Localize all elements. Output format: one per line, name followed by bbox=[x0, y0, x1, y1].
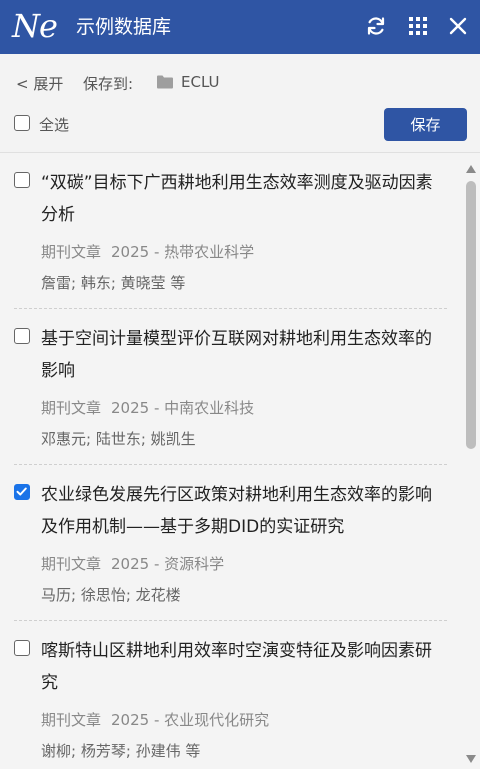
title-bar: Ne 示例数据库 bbox=[0, 0, 480, 54]
select-all-checkbox[interactable] bbox=[14, 115, 30, 131]
select-all-label[interactable]: 全选 bbox=[39, 114, 69, 135]
item-type: 期刊文章 bbox=[41, 243, 102, 261]
expand-link[interactable]: < 展开 bbox=[16, 73, 63, 94]
app-logo: Ne bbox=[12, 7, 58, 45]
item-authors: 马历; 徐思怡; 龙花楼 bbox=[41, 586, 181, 604]
item-meta: 期刊文章 2025 - 热带农业科学 bbox=[41, 241, 447, 263]
list-item[interactable]: 基于空间计量模型评价互联网对耕地利用生态效率的影响期刊文章 2025 - 中南农业… bbox=[14, 309, 447, 465]
grid-icon[interactable] bbox=[406, 14, 430, 38]
toolbar: < 展开 保存到: ECLU 全选 保存 bbox=[0, 54, 480, 153]
result-list: “双碳”目标下广西耕地利用生态效率测度及驱动因素分析期刊文章 2025 - 热带农… bbox=[0, 153, 462, 769]
folder-icon bbox=[156, 74, 174, 94]
item-year-source: 2025 - 热带农业科学 bbox=[111, 243, 255, 261]
save-to-label: 保存到: bbox=[83, 75, 134, 93]
item-title[interactable]: 基于空间计量模型评价互联网对耕地利用生态效率的影响 bbox=[41, 323, 447, 387]
item-meta: 期刊文章 2025 - 中南农业科技 bbox=[41, 397, 447, 419]
item-type: 期刊文章 bbox=[41, 555, 102, 573]
scroll-up-arrow-icon[interactable] bbox=[465, 159, 477, 178]
list-item[interactable]: 喀斯特山区耕地利用效率时空演变特征及影响因素研究期刊文章 2025 - 农业现代化… bbox=[14, 621, 447, 769]
item-year-source: 2025 - 资源科学 bbox=[111, 555, 225, 573]
item-meta: 期刊文章 2025 - 农业现代化研究 bbox=[41, 709, 447, 731]
list-item[interactable]: 农业绿色发展先行区政策对耕地利用生态效率的影响及作用机制——基于多期DID的实证… bbox=[14, 465, 447, 621]
item-type: 期刊文章 bbox=[41, 399, 102, 417]
scrollbar[interactable] bbox=[462, 153, 480, 769]
item-checkbox[interactable] bbox=[14, 328, 30, 344]
item-checkbox[interactable] bbox=[14, 484, 30, 500]
item-authors: 邓惠元; 陆世东; 姚凯生 bbox=[41, 430, 196, 448]
item-authors: 詹雷; 韩东; 黄晓莹 等 bbox=[41, 274, 186, 292]
item-checkbox[interactable] bbox=[14, 172, 30, 188]
collection-name[interactable]: ECLU bbox=[181, 73, 220, 91]
item-year-source: 2025 - 农业现代化研究 bbox=[111, 711, 270, 729]
item-title[interactable]: “双碳”目标下广西耕地利用生态效率测度及驱动因素分析 bbox=[41, 167, 447, 231]
item-authors: 谢柳; 杨芳琴; 孙建伟 等 bbox=[41, 742, 201, 760]
item-meta: 期刊文章 2025 - 资源科学 bbox=[41, 553, 447, 575]
scrollbar-thumb[interactable] bbox=[466, 181, 476, 449]
item-title[interactable]: 农业绿色发展先行区政策对耕地利用生态效率的影响及作用机制——基于多期DID的实证… bbox=[41, 479, 447, 543]
close-icon[interactable] bbox=[446, 14, 470, 38]
scroll-down-arrow-icon[interactable] bbox=[465, 749, 477, 768]
item-title[interactable]: 喀斯特山区耕地利用效率时空演变特征及影响因素研究 bbox=[41, 635, 447, 699]
item-year-source: 2025 - 中南农业科技 bbox=[111, 399, 255, 417]
save-button[interactable]: 保存 bbox=[384, 108, 467, 141]
refresh-icon[interactable] bbox=[364, 14, 388, 38]
item-type: 期刊文章 bbox=[41, 711, 102, 729]
list-item[interactable]: “双碳”目标下广西耕地利用生态效率测度及驱动因素分析期刊文章 2025 - 热带农… bbox=[14, 153, 447, 309]
item-checkbox[interactable] bbox=[14, 640, 30, 656]
app-title: 示例数据库 bbox=[76, 16, 172, 38]
